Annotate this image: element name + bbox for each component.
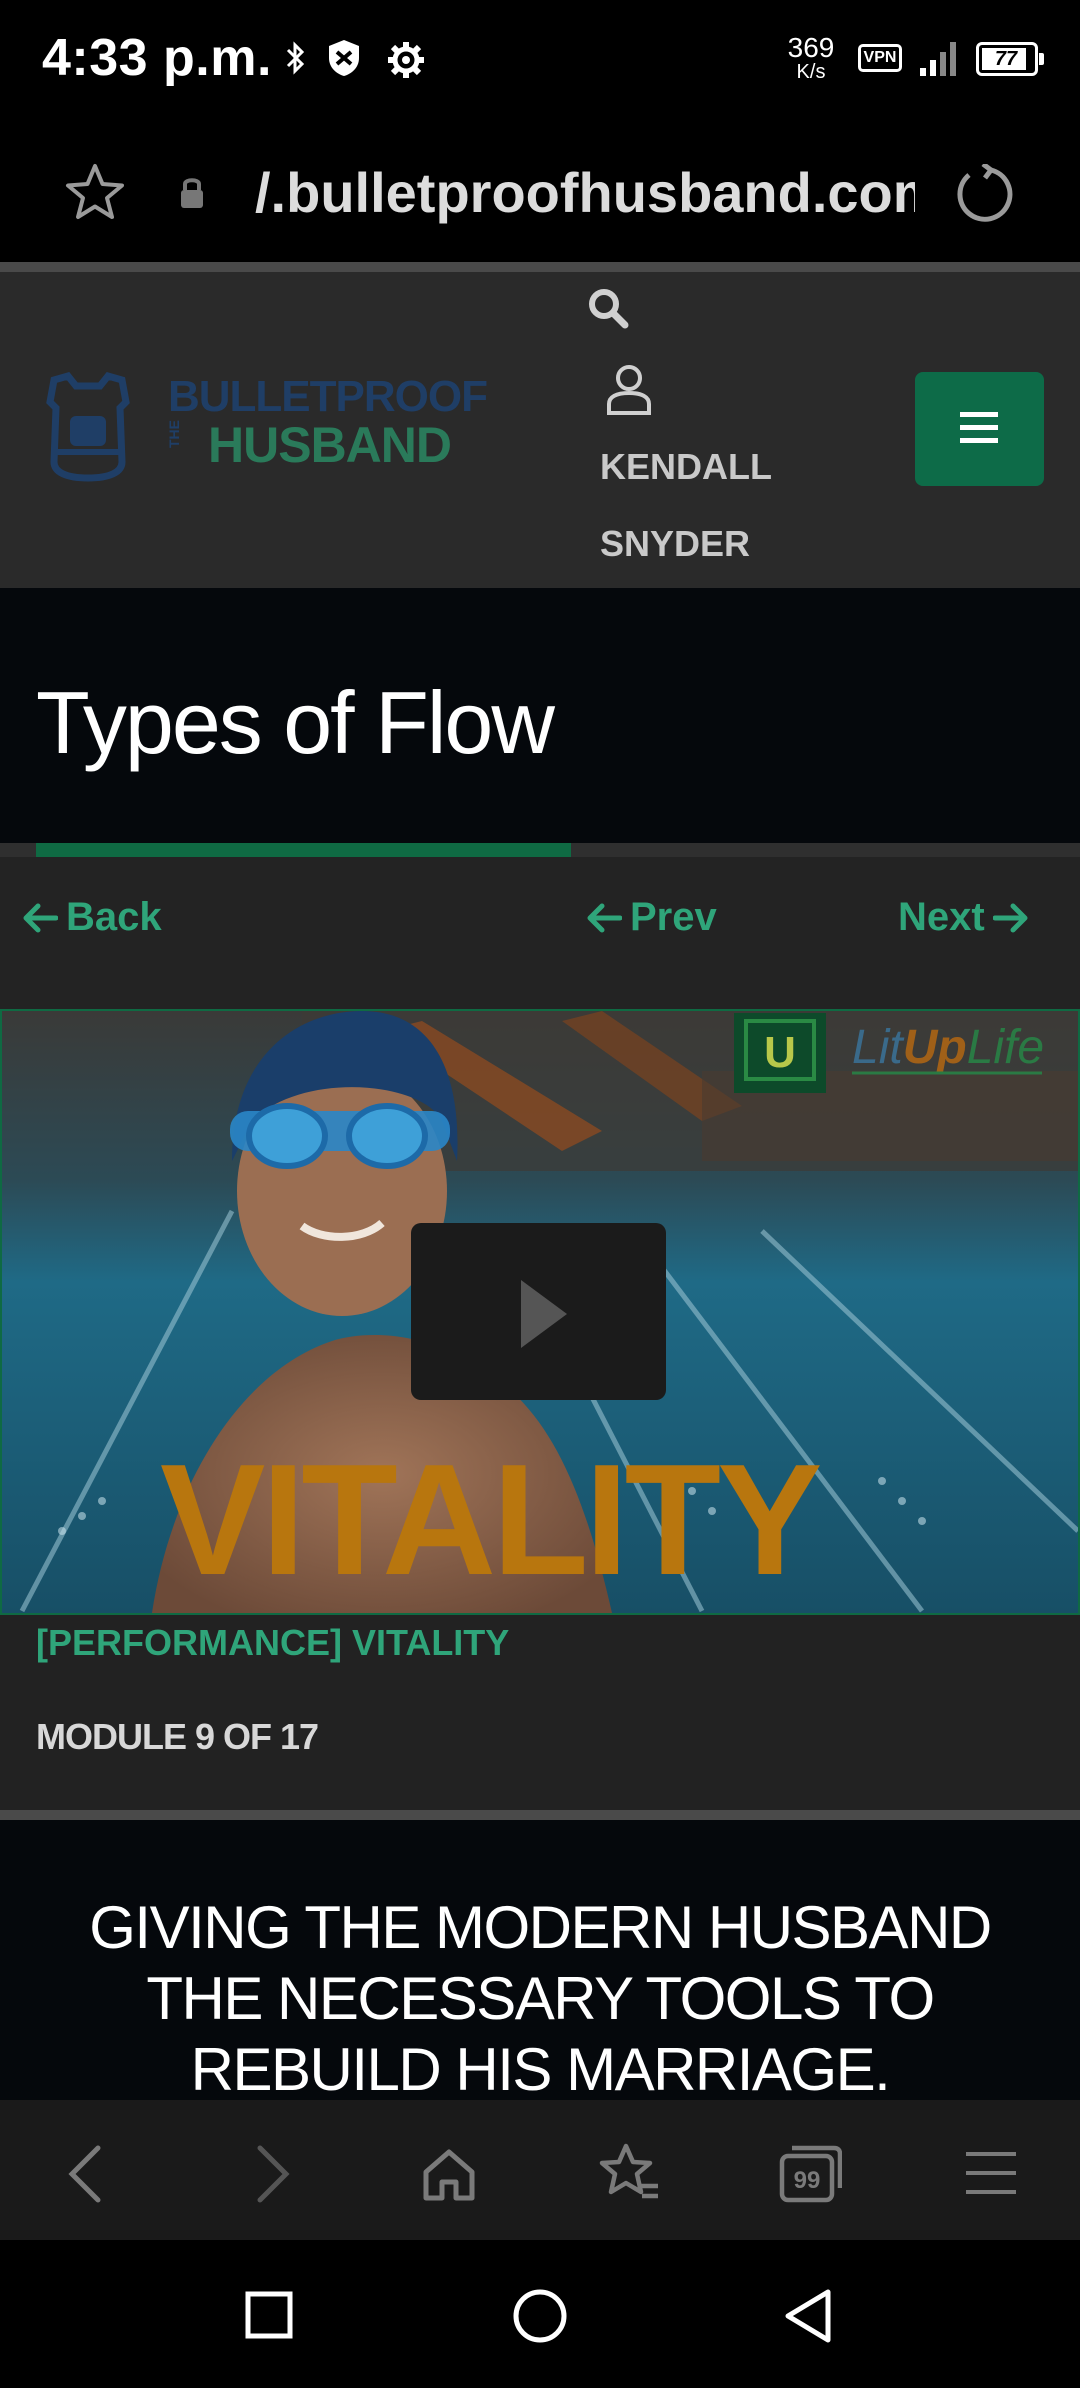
svg-text:99: 99: [794, 2167, 821, 2194]
brand-badge-letter: U: [764, 1028, 796, 1077]
bluetooth-icon: [286, 41, 305, 75]
next-label: Next: [898, 895, 985, 939]
video-overlay-text: VITALITY: [160, 1432, 822, 1608]
battery-level: 77: [994, 48, 1018, 70]
arrow-left-icon: [23, 903, 58, 932]
progress-fill: [36, 843, 571, 857]
user-first-name[interactable]: KENDALL: [600, 446, 772, 488]
reload-icon[interactable]: [955, 164, 1013, 222]
back-triangle-icon[interactable]: [782, 2288, 834, 2344]
browser-menu-icon[interactable]: [966, 2150, 1016, 2196]
brand-life: Life: [967, 1021, 1044, 1074]
brand-up: Up: [903, 1021, 967, 1074]
brand-text: LitUpLife: [852, 1021, 1044, 1074]
prev-label: Prev: [630, 895, 717, 939]
home-icon[interactable]: [420, 2146, 478, 2202]
tagline: GIVING THE MODERN HUSBAND THE NECESSARY …: [89, 1894, 992, 2103]
battery-icon: 77: [976, 42, 1044, 76]
play-button[interactable]: [411, 1223, 666, 1400]
bookmarks-icon[interactable]: [598, 2142, 662, 2204]
logo-vest-icon[interactable]: [40, 372, 136, 484]
divider: [0, 262, 1080, 272]
module-label: MODULE 9 OF 17: [36, 1716, 319, 1757]
play-icon: [521, 1280, 567, 1348]
vpn-icon: VPN: [858, 44, 902, 72]
browser-back-icon[interactable]: [66, 2144, 106, 2204]
lesson-title: Types of Flow: [36, 673, 555, 772]
signal-strength-icon: [920, 42, 956, 76]
bookmark-star-icon[interactable]: [64, 162, 126, 222]
back-link[interactable]: Back: [22, 895, 162, 940]
url-text[interactable]: /.bulletproofhusband.com: [255, 160, 915, 225]
prev-link[interactable]: Prev: [586, 895, 717, 940]
network-speed: 369 K/s: [787, 32, 835, 83]
shield-icon: [329, 40, 359, 76]
menu-button[interactable]: [915, 372, 1044, 486]
browser-toolbar: [0, 2100, 1080, 2240]
user-last-name[interactable]: SNYDER: [600, 523, 750, 565]
arrow-right-icon: [992, 903, 1028, 932]
logo-text-bottom[interactable]: HUSBAND: [208, 416, 452, 474]
course-name-link[interactable]: [PERFORMANCE] VITALITY: [36, 1622, 509, 1664]
brand-lit: Lit: [852, 1021, 904, 1074]
arrow-left-icon: [587, 903, 622, 932]
recents-square-icon[interactable]: [244, 2290, 294, 2340]
logo-text-the: THE: [166, 420, 182, 448]
status-time: 4:33 p.m.: [42, 29, 272, 87]
search-icon[interactable]: [586, 286, 630, 330]
home-circle-icon[interactable]: [512, 2288, 568, 2344]
user-icon[interactable]: [606, 364, 652, 416]
hamburger-icon: [960, 412, 998, 443]
divider: [0, 1810, 1080, 1820]
back-label: Back: [66, 895, 162, 939]
next-link[interactable]: Next: [898, 895, 1029, 940]
lock-icon: [181, 178, 203, 208]
logo-text-top[interactable]: BULLETPROOF: [168, 372, 488, 422]
tabs-icon[interactable]: 99: [778, 2144, 842, 2204]
browser-forward-icon[interactable]: [252, 2144, 292, 2204]
settings-gear-icon: [388, 42, 424, 78]
